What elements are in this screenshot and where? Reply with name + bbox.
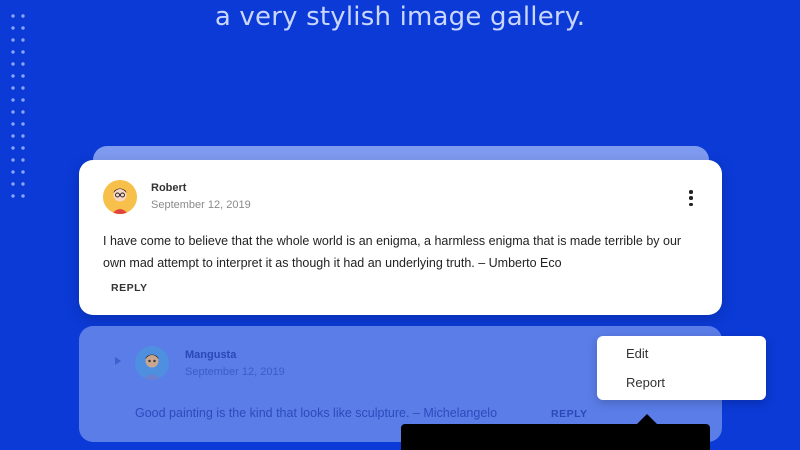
- mangusta-avatar-icon: [135, 346, 169, 380]
- tooltip-bar: [401, 424, 710, 450]
- menu-item-report[interactable]: Report: [597, 371, 766, 400]
- comment-date: September 12, 2019: [185, 366, 285, 378]
- comment-date: September 12, 2019: [151, 199, 251, 211]
- expand-arrow-icon[interactable]: [115, 357, 121, 365]
- comment-text: I have come to believe that the whole wo…: [103, 234, 682, 270]
- tooltip-caret: [637, 414, 657, 424]
- reply-button[interactable]: REPLY: [551, 408, 588, 420]
- decorative-dot-grid: [8, 10, 28, 200]
- robert-avatar-icon: [103, 180, 137, 214]
- comment-context-menu: Edit Report: [597, 336, 766, 400]
- comment-card: Robert September 12, 2019 I have come to…: [79, 160, 722, 315]
- menu-item-edit[interactable]: Edit: [597, 342, 766, 371]
- reply-button[interactable]: REPLY: [111, 282, 148, 294]
- comment-text: Good painting is the kind that looks lik…: [135, 406, 498, 420]
- page-title: a very stylish image gallery.: [214, 2, 586, 32]
- more-options-icon[interactable]: [684, 190, 698, 206]
- comment-author: Mangusta: [185, 349, 237, 361]
- comment-author: Robert: [151, 182, 187, 194]
